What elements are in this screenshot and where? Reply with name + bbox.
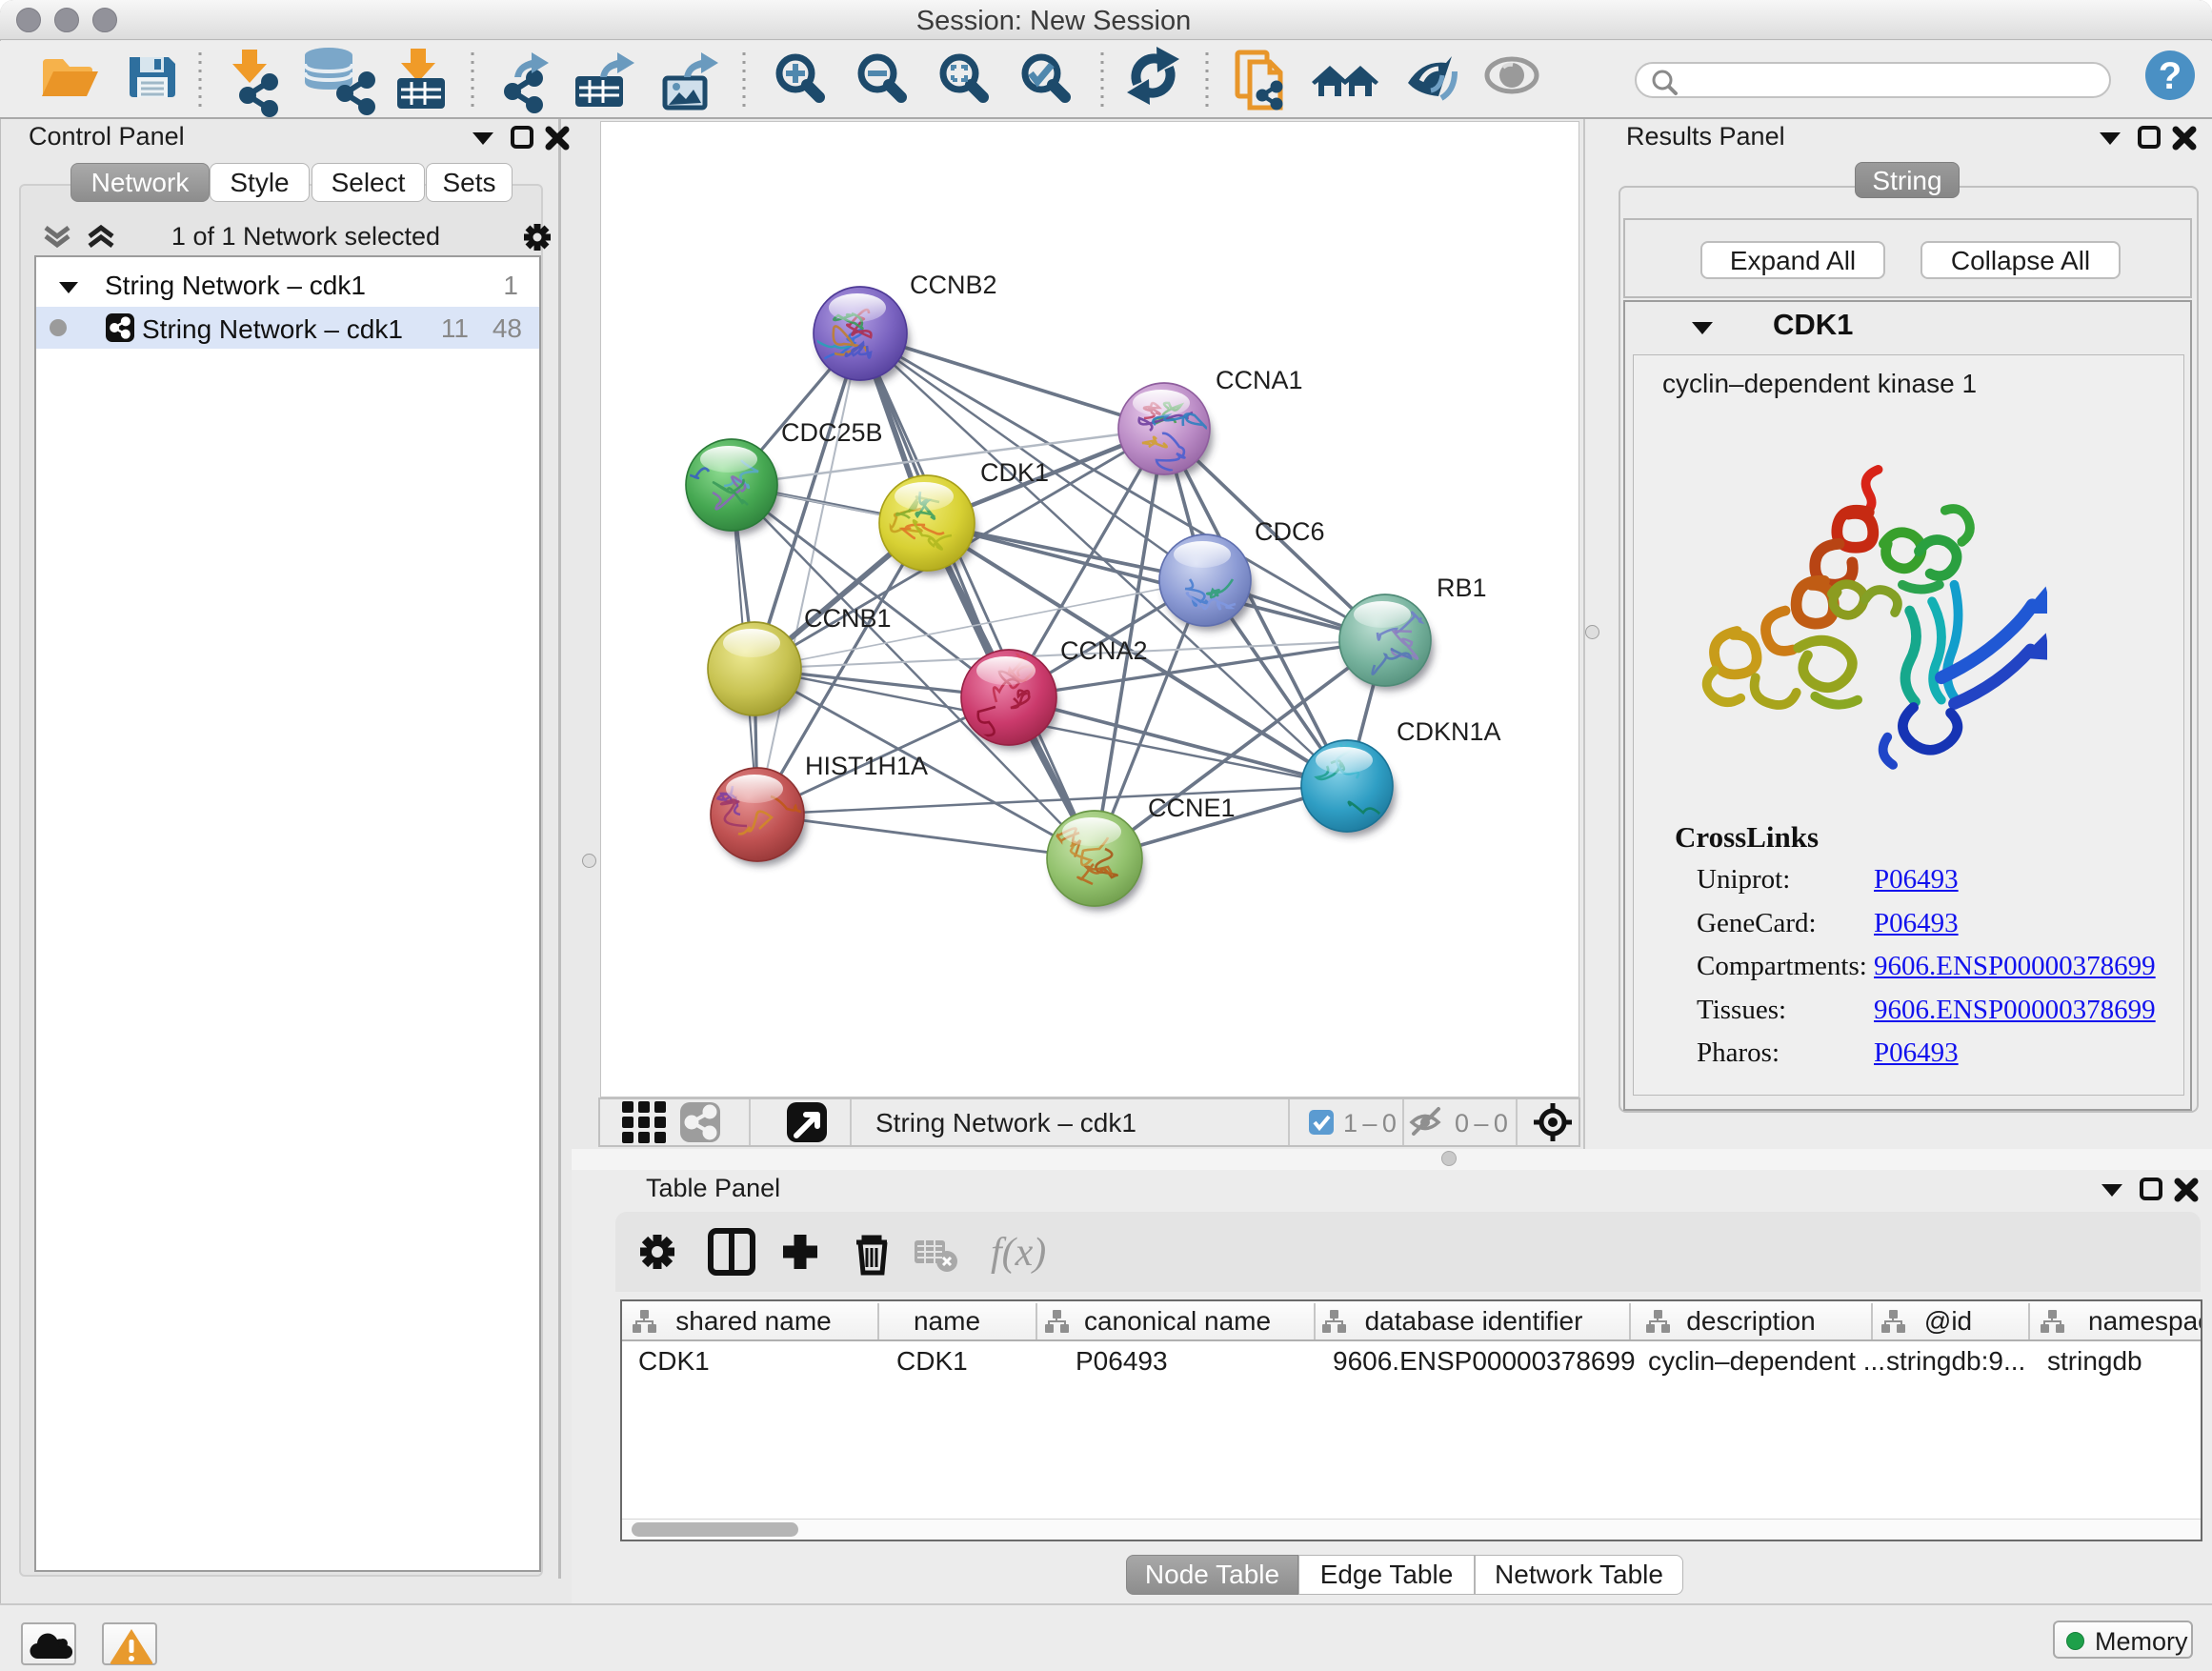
svg-text:String Network – cdk1: String Network – cdk1	[875, 1108, 1136, 1137]
svg-text:name: name	[914, 1306, 980, 1336]
svg-text:canonical name: canonical name	[1084, 1306, 1271, 1336]
svg-text:stringdb:9...: stringdb:9...	[1886, 1346, 2025, 1376]
svg-text:CDK1: CDK1	[638, 1346, 710, 1376]
svg-text:RB1: RB1	[1437, 574, 1487, 602]
svg-text:?: ?	[2159, 55, 2182, 97]
svg-text:CDKN1A: CDKN1A	[1397, 717, 1501, 746]
svg-text:9606.ENSP00000378699: 9606.ENSP00000378699	[1333, 1346, 1636, 1376]
svg-text:database identifier: database identifier	[1365, 1306, 1583, 1336]
svg-text:HIST1H1A: HIST1H1A	[805, 752, 928, 780]
svg-text:CCNB2: CCNB2	[910, 271, 997, 299]
svg-text:CDK1: CDK1	[896, 1346, 968, 1376]
svg-text:0 – 0: 0 – 0	[1455, 1109, 1508, 1137]
svg-text:P06493: P06493	[1076, 1346, 1168, 1376]
svg-text:f(x): f(x)	[991, 1231, 1046, 1275]
svg-text:cyclin–dependent ...: cyclin–dependent ...	[1648, 1346, 1885, 1376]
svg-text:CDK1: CDK1	[980, 458, 1049, 487]
svg-text:CDC6: CDC6	[1255, 517, 1325, 546]
svg-text:CCNE1: CCNE1	[1148, 794, 1236, 822]
svg-text:CDC25B: CDC25B	[781, 418, 883, 447]
svg-text:1 – 0: 1 – 0	[1343, 1109, 1397, 1137]
svg-text:@id: @id	[1924, 1306, 1972, 1336]
svg-text:CCNA1: CCNA1	[1216, 366, 1303, 394]
svg-text:CCNB1: CCNB1	[804, 604, 892, 633]
svg-text:description: description	[1686, 1306, 1815, 1336]
svg-text:namespace: namespace	[2088, 1306, 2201, 1336]
svg-text:CCNA2: CCNA2	[1060, 636, 1148, 665]
svg-text:shared name: shared name	[675, 1306, 831, 1336]
svg-text:stringdb: stringdb	[2047, 1346, 2142, 1376]
